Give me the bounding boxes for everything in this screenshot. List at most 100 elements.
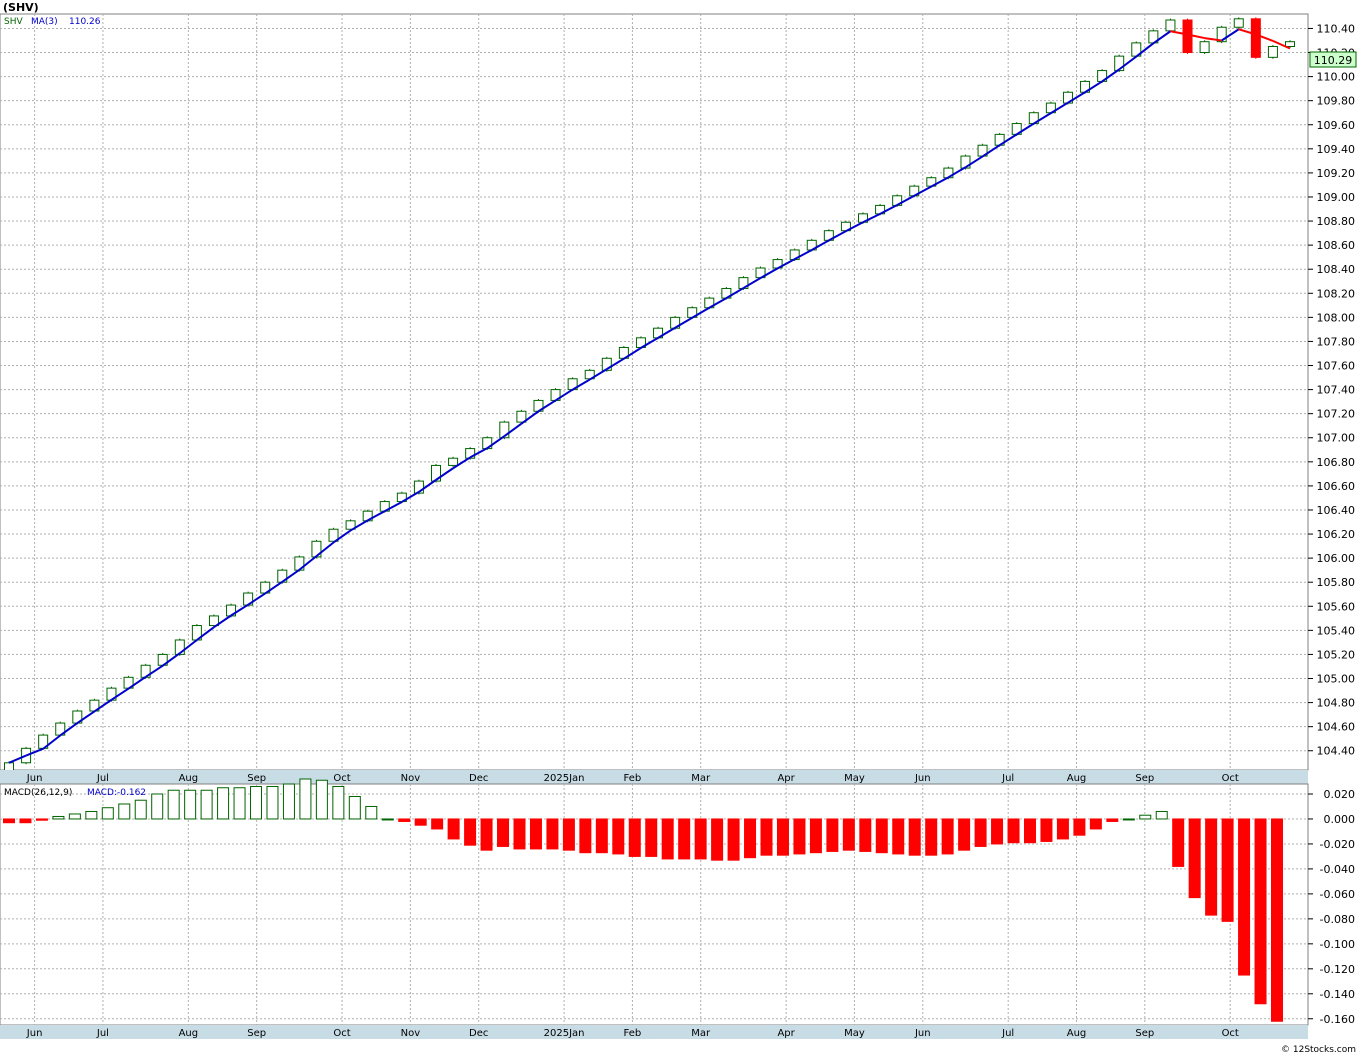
macd-bar [875,818,888,854]
macd-bar [1254,818,1267,1005]
macd-x-tick-label: May [844,1028,865,1039]
price-y-tick-label: 107.80 [1317,335,1356,348]
price-x-tick-label: Aug [1067,773,1087,784]
macd-bar [167,789,180,820]
price-y-tick-label: 107.40 [1317,384,1356,397]
macd-legend-label: MACD(26,12,9) [4,788,72,798]
macd-bar [101,807,114,820]
price-y-tick-label: 108.60 [1317,239,1356,252]
price-y-tick-label: 108.40 [1317,263,1356,276]
macd-bar [365,805,378,820]
macd-bar [1106,818,1119,822]
price-y-tick-label: 106.60 [1317,480,1356,493]
macd-x-tick-label: Oct [333,1028,350,1039]
price-x-tick-label: Jun [26,773,43,784]
macd-bar [529,818,542,850]
macd-bar [595,818,608,854]
macd-bar [85,810,98,820]
macd-bar [859,818,872,852]
candle-body [1250,18,1261,58]
macd-bar [332,785,345,820]
price-y-tick-label: 108.00 [1317,311,1356,324]
macd-bar [250,785,263,820]
price-x-tick-label: Aug [179,773,199,784]
macd-bar [35,818,48,821]
macd-bar [315,779,328,820]
macd-x-tick-label: Sep [1135,1028,1154,1039]
macd-bar [546,818,559,850]
footer-credit: © 12Stocks.com [1281,1045,1356,1055]
legend-symbol: SHV [4,17,23,27]
macd-x-tick-label: Sep [247,1028,266,1039]
price-y-tick-label: 107.00 [1317,432,1356,445]
candle-body [1233,18,1244,28]
macd-bar [1139,814,1152,820]
macd-bar [776,818,789,856]
candle-body [1165,19,1176,32]
price-y-tick-label: 107.20 [1317,408,1356,421]
price-y-tick-label: 109.80 [1317,95,1356,108]
macd-bar [447,818,460,840]
price-y-tick-label: 106.80 [1317,456,1356,469]
legend-ma-label: MA(3) [31,17,58,27]
macd-bar [1271,818,1283,1022]
macd-bar [1221,818,1234,922]
macd-x-tick-label: Jun [914,1028,931,1039]
macd-x-tick-label: Aug [1067,1028,1087,1039]
macd-bar [1007,818,1020,844]
macd-legend-value: MACD:-0.162 [87,788,146,798]
candle-body [1285,41,1295,48]
macd-bar [842,818,855,851]
price-x-tick-label: Dec [469,773,488,784]
price-y-axis: 104.40 104.60 104.80 105.00 105.20 105.40 105.… [1308,22,1356,758]
price-y-tick-label: 110.40 [1317,22,1356,35]
macd-x-tick-label: Dec [469,1028,488,1039]
macd-bar [991,818,1004,845]
macd-bar [1023,818,1036,844]
macd-bar [925,818,938,856]
macd-y-tick-label: -0.080 [1320,913,1355,926]
macd-bar [760,818,773,856]
price-x-tick-label: Oct [333,773,350,784]
macd-x-tick-label: Mar [691,1028,711,1039]
macd-bar [579,818,592,854]
macd-bar [908,818,921,856]
price-x-tick-label: Feb [624,773,642,784]
macd-bar [184,789,197,820]
macd-bar [464,818,477,846]
macd-bar [68,813,81,820]
macd-bar [793,818,806,855]
macd-bar [200,789,213,820]
price-y-tick-label: 104.60 [1317,721,1356,734]
macd-bar [1122,818,1135,821]
macd-y-tick-label: -0.020 [1320,838,1355,851]
macd-bar [266,785,279,820]
macd-bar [1155,810,1168,820]
macd-bar [1188,818,1201,899]
macd-bar [52,815,65,820]
macd-x-tick-label: 2025Jan [544,1028,585,1039]
macd-bar [19,818,32,824]
macd-bar [628,818,641,857]
macd-bar [1089,818,1102,830]
macd-x-tick-label: Jul [1001,1028,1014,1039]
macd-bar [661,818,674,860]
macd-bar [233,787,246,820]
price-x-tick-label: Oct [1222,773,1239,784]
macd-x-tick-label: Jun [26,1028,43,1039]
price-y-tick-label: 104.80 [1317,697,1356,710]
macd-bar [711,818,724,861]
price-y-tick-label: 105.20 [1317,648,1356,661]
price-y-tick-label: 109.60 [1317,119,1356,132]
price-x-tick-label: 2025Jan [544,773,585,784]
price-y-tick-label: 105.00 [1317,673,1356,686]
macd-bar [134,799,147,820]
price-y-tick-label: 109.40 [1317,143,1356,156]
price-y-tick-label: 105.40 [1317,624,1356,637]
price-y-tick-label: 108.80 [1317,215,1356,228]
macd-bar [118,803,131,820]
price-x-tick-label: Jul [96,773,109,784]
macd-bar [645,818,658,857]
price-x-tick-label: Nov [401,773,421,784]
price-y-tick-label: 105.60 [1317,600,1356,613]
